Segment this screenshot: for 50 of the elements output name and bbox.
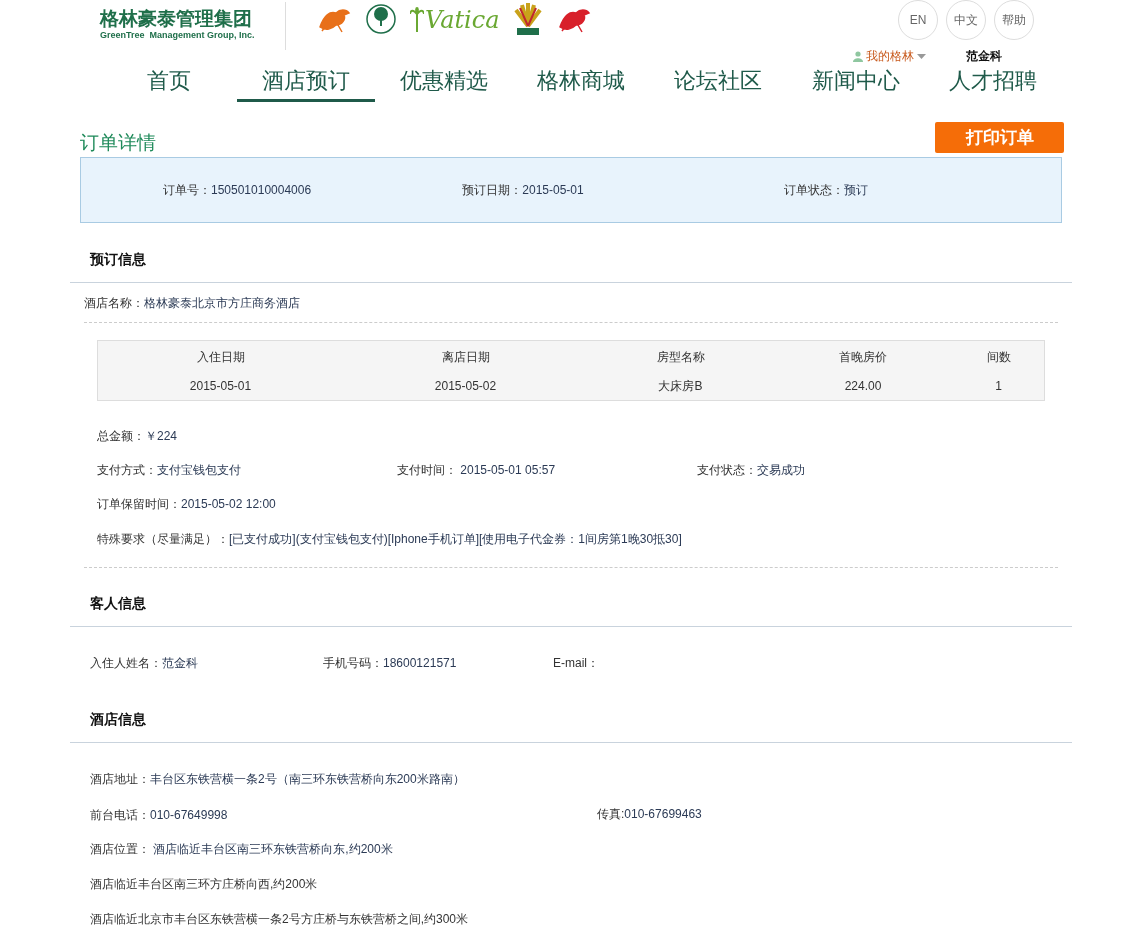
language-button[interactable]: EN [898,0,938,40]
column-header: 入住日期 [195,348,246,366]
fax-field: 传真:010-67699463 [597,804,702,823]
table-cell-text: 1 [994,377,1003,395]
table-cell-text: 224.00 [843,377,883,395]
logo-title: 格林豪泰管理集团 [100,8,253,30]
user-icon [853,50,863,62]
hotel-location-field: 酒店位置： 酒店临近丰台区南三环东铁营桥向东,约200米 [90,839,393,858]
table-cell-text: 2015-05-02 [433,377,498,395]
hotel-address-field: 酒店地址：丰台区东铁营横一条2号（南三环东铁营桥向东200米路南） [90,769,465,788]
my-account-menu[interactable]: 我的格林 [853,47,926,65]
section-heading: 酒店信息 [90,710,146,729]
guest-field: E-mail： [553,656,599,670]
special-request-field: 特殊要求（尽量满足）：[已支付成功](支付宝钱包支付)[Iphone手机订单][使用电子代金券：1间房第1晚30抵30] [97,529,682,548]
total-amount-field: 总金额：￥224 [97,427,178,445]
summary-field: 预订日期：2015-05-01 [462,181,762,199]
caret-icon [917,53,926,59]
payment-field: 支付时间： 2015-05-01 05:57 [397,462,556,477]
column-header: 离店日期 [440,348,491,366]
section-heading: 客人信息 [90,594,146,613]
phone-field: 前台电话：010-67649998 [90,807,228,822]
hold-time-field: 订单保留时间：2015-05-02 12:00 [97,494,276,513]
payment-field: 支付方式：支付宝钱包支付 [97,462,241,477]
payment-field: 支付状态：交易成功 [697,462,805,477]
language-button[interactable]: 帮助 [994,0,1034,40]
language-button[interactable]: 中文 [946,0,986,40]
summary-field: 订单号：150501010004006 [163,181,463,199]
user-name: 范金科 [966,48,1002,65]
table-cell-text: 大床房B [657,377,704,395]
logo-subtitle: GreenTree Management Group, Inc. [100,30,256,41]
column-header: 首晚房价 [838,348,888,366]
column-header: 房型名称 [655,348,706,366]
nav-tab[interactable]: 首页 [100,62,238,102]
table-cell-text: 2015-05-01 [188,377,253,395]
location-note: 酒店临近北京市丰台区东铁营横一条2号方庄桥与东铁营桥之间,约300米 [90,910,469,928]
summary-field: 订单状态：预订 [761,181,1061,199]
hotel-name-field: 酒店名称：格林豪泰北京市方庄商务酒店 [84,293,300,312]
nav-tab[interactable]: 论坛社区 [649,62,788,102]
nav-tab[interactable]: 酒店预订 [237,62,375,102]
nav-tab[interactable]: 格林商城 [512,62,650,102]
column-header: 间数 [985,348,1012,366]
guest-field: 手机号码：18600121571 [323,656,457,670]
nav-tab[interactable]: 新闻中心 [787,62,925,102]
section-heading: 预订信息 [90,250,146,269]
location-note: 酒店临近丰台区南三环方庄桥向西,约200米 [90,875,318,893]
page-title: 订单详情 [80,131,156,155]
vatica-logo: Vatica [410,6,500,32]
nav-tab[interactable]: 人才招聘 [924,62,1062,102]
guest-field: 入住人姓名：范金科 [90,656,198,670]
nav-tab[interactable]: 优惠精选 [374,62,513,102]
